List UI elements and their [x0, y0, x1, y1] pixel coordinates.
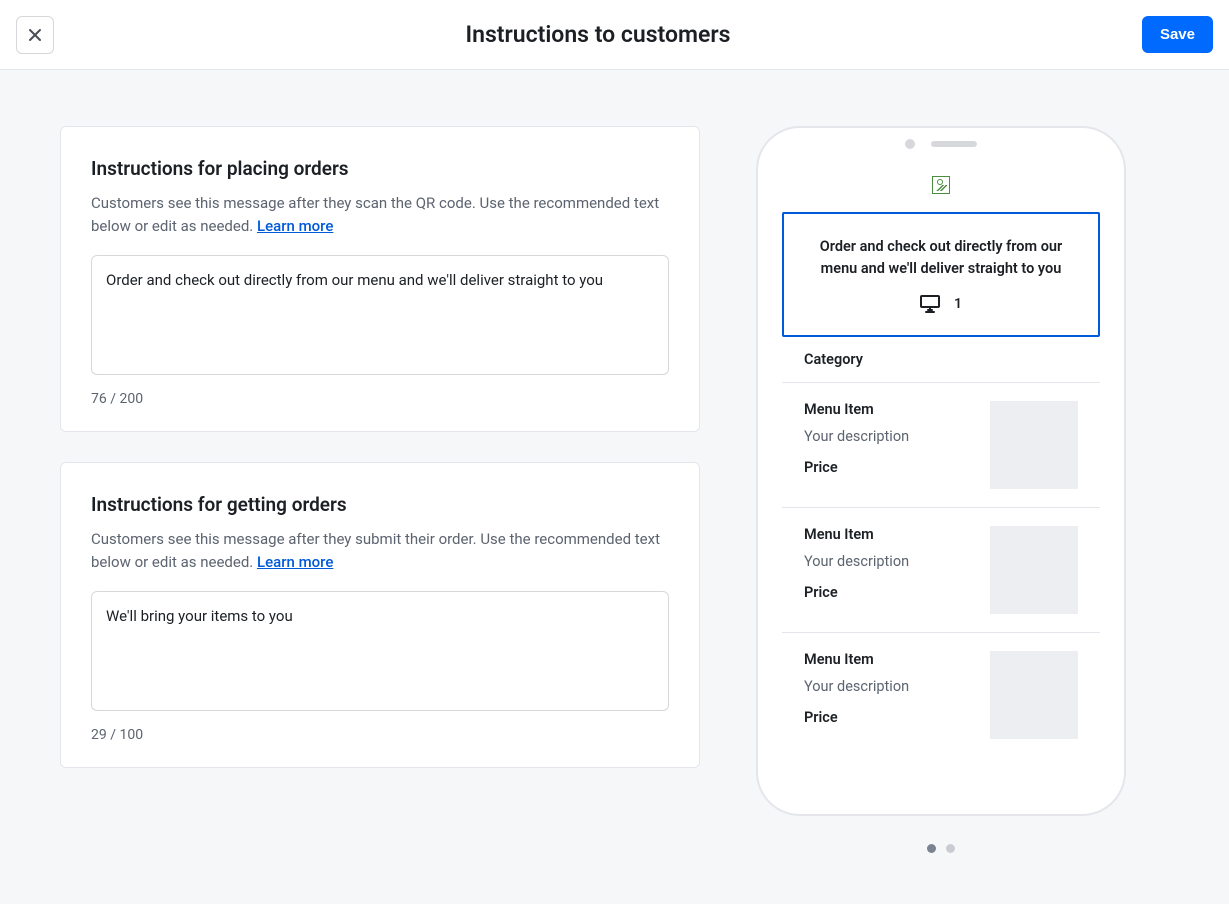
getting-desc-text: Customers see this message after they su… — [91, 530, 660, 571]
preview-column: Order and check out directly from our me… — [756, 126, 1126, 853]
getting-title: Instructions for getting orders — [91, 493, 669, 516]
menu-item-price: Price — [804, 584, 972, 601]
menu-item-desc: Your description — [804, 678, 972, 695]
menu-item-title: Menu Item — [804, 526, 972, 543]
preview-menu-item: Menu Item Your description Price — [782, 508, 1100, 633]
menu-item-price: Price — [804, 709, 972, 726]
content: Instructions for placing orders Customer… — [0, 70, 1229, 877]
preview-category-header: Category — [782, 337, 1100, 383]
placing-char-count: 76 / 200 — [91, 391, 669, 407]
menu-item-thumbnail — [990, 401, 1078, 489]
getting-learn-more-link[interactable]: Learn more — [257, 553, 333, 571]
menu-item-price: Price — [804, 459, 972, 476]
camera-dot-icon — [905, 139, 915, 149]
broken-image-icon — [932, 176, 950, 194]
preview-instructions-banner: Order and check out directly from our me… — [782, 212, 1100, 337]
preview-banner-text: Order and check out directly from our me… — [812, 236, 1070, 281]
form-column: Instructions for placing orders Customer… — [60, 126, 700, 853]
preview-table-row: 1 — [812, 295, 1070, 313]
placing-orders-card: Instructions for placing orders Customer… — [60, 126, 700, 432]
close-icon — [27, 27, 43, 43]
placing-learn-more-link[interactable]: Learn more — [257, 217, 333, 235]
getting-textarea[interactable] — [91, 591, 669, 711]
preview-menu-item: Menu Item Your description Price — [782, 383, 1100, 508]
placing-desc-text: Customers see this message after they sc… — [91, 194, 659, 235]
menu-item-desc: Your description — [804, 428, 972, 445]
preview-menu-item: Menu Item Your description Price — [782, 633, 1100, 757]
close-button[interactable] — [16, 16, 54, 54]
menu-item-info: Menu Item Your description Price — [804, 401, 972, 476]
speaker-bar-icon — [931, 141, 977, 147]
menu-item-thumbnail — [990, 651, 1078, 739]
table-screen-icon — [920, 295, 940, 313]
menu-item-title: Menu Item — [804, 651, 972, 668]
phone-notch — [758, 128, 1124, 158]
menu-item-desc: Your description — [804, 553, 972, 570]
placing-title: Instructions for placing orders — [91, 157, 669, 180]
menu-item-info: Menu Item Your description Price — [804, 651, 972, 726]
topbar: Instructions to customers Save — [0, 0, 1229, 70]
getting-orders-card: Instructions for getting orders Customer… — [60, 462, 700, 768]
table-number: 1 — [954, 296, 962, 312]
menu-item-thumbnail — [990, 526, 1078, 614]
preview-pagination — [927, 844, 955, 853]
preview-logo-row — [782, 158, 1100, 212]
pagination-dot-1[interactable] — [927, 844, 936, 853]
save-button[interactable]: Save — [1142, 16, 1213, 53]
phone-body: Order and check out directly from our me… — [758, 158, 1124, 781]
page-title: Instructions to customers — [54, 21, 1142, 48]
getting-description: Customers see this message after they su… — [91, 528, 669, 573]
getting-char-count: 29 / 100 — [91, 727, 669, 743]
phone-preview: Order and check out directly from our me… — [756, 126, 1126, 816]
menu-item-info: Menu Item Your description Price — [804, 526, 972, 601]
menu-item-title: Menu Item — [804, 401, 972, 418]
placing-textarea[interactable] — [91, 255, 669, 375]
placing-description: Customers see this message after they sc… — [91, 192, 669, 237]
pagination-dot-2[interactable] — [946, 844, 955, 853]
